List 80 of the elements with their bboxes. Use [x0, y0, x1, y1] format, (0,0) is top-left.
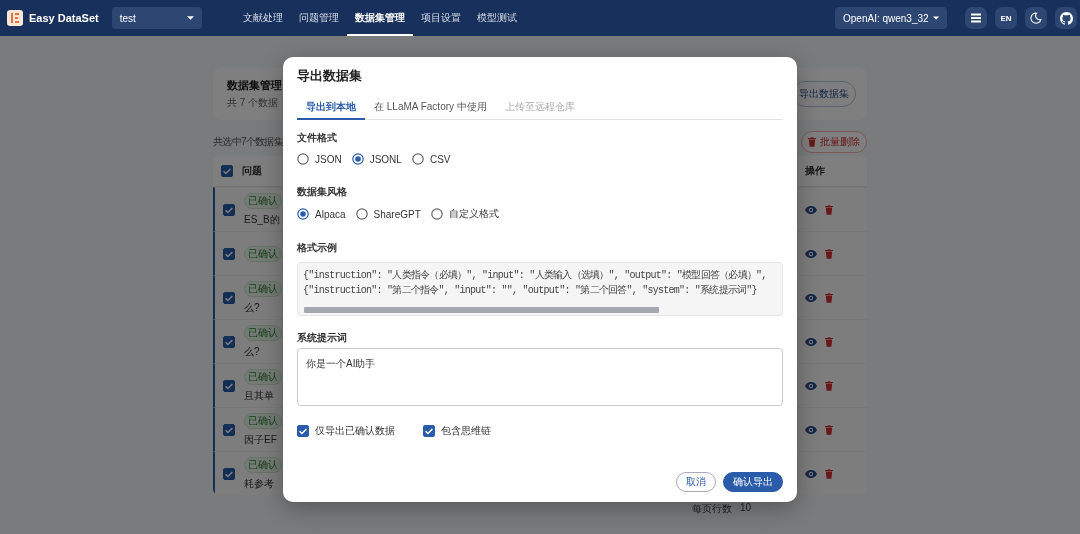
code-line: {"instruction": "第二个指令", "input": "", "output": "第二个回答", "system": "系统提示词"} [303, 283, 758, 298]
row-checkbox[interactable] [223, 291, 235, 304]
trash-icon[interactable] [825, 204, 833, 215]
caret-icon [186, 16, 194, 20]
github-icon [1059, 11, 1073, 25]
section-label: 文件格式 [297, 131, 337, 145]
trash-icon[interactable] [825, 336, 833, 347]
dialog-button[interactable]: 取消 [676, 472, 716, 492]
checkbox-option[interactable]: 仅导出已确认数据 [297, 424, 395, 438]
selection-info: 共选中7个数据集 [213, 135, 283, 149]
project-select[interactable]: test [111, 7, 202, 29]
radio-option[interactable]: CSV [411, 153, 451, 165]
trash-icon [808, 137, 816, 147]
column-header: 问题 [242, 164, 262, 178]
row-checkbox[interactable] [223, 247, 235, 260]
dataset-count: 共 7 个数据 [227, 96, 280, 110]
radio-option[interactable]: 自定义格式 [430, 207, 499, 221]
view-icon[interactable] [805, 425, 817, 434]
trash-icon[interactable] [825, 248, 833, 259]
checkbox-option[interactable]: 包含思维链 [423, 424, 491, 438]
app-name: Easy DataSet [29, 12, 99, 24]
dialog-tab[interactable]: 导出到本地 [297, 95, 365, 120]
trash-icon[interactable] [825, 380, 833, 391]
question-text: 因子EF [244, 432, 277, 447]
app-logo-icon [7, 10, 23, 26]
row-checkbox[interactable] [223, 423, 235, 436]
list-icon [970, 12, 982, 24]
radio-option[interactable]: ShareGPT [355, 207, 421, 221]
moon-icon [1030, 12, 1042, 24]
caret-icon [932, 16, 939, 20]
row-checkbox[interactable] [223, 467, 235, 480]
status-tag: 已确认 [244, 192, 282, 209]
theme-button[interactable] [1025, 7, 1047, 29]
language-button[interactable]: EN [995, 7, 1017, 29]
nav-tab[interactable]: 问题管理 [290, 0, 347, 36]
status-tag: 已确认 [244, 456, 282, 473]
page-title: 数据集管理 [227, 78, 282, 93]
dialog-button[interactable]: 确认导出 [723, 472, 783, 492]
rows-per-page-label: 每页行数 [691, 502, 732, 516]
column-header: 操作 [805, 164, 825, 178]
nav-tab[interactable]: 文献处理 [234, 0, 291, 36]
status-tag: 已确认 [244, 324, 282, 341]
status-tag: 已确认 [244, 368, 282, 385]
view-icon[interactable] [805, 249, 817, 258]
list-button[interactable] [965, 7, 987, 29]
status-tag: 已确认 [244, 280, 282, 297]
section-label: 系统提示词 [297, 331, 347, 345]
radio-option[interactable]: JSON [297, 153, 342, 165]
row-checkbox[interactable] [223, 203, 235, 216]
status-tag: 已确认 [244, 412, 282, 429]
view-icon[interactable] [805, 205, 817, 214]
question-text: 么? [244, 300, 260, 315]
radio-option[interactable]: Alpaca [297, 207, 346, 221]
system-prompt-field[interactable]: 你是一个AI助手 [297, 348, 783, 406]
section-label: 格式示例 [297, 241, 337, 255]
nav-tab[interactable]: 模型测试 [468, 0, 525, 36]
radio-option[interactable]: JSONL [351, 153, 402, 165]
dialog-title: 导出数据集 [297, 67, 362, 85]
row-checkbox[interactable] [223, 379, 235, 392]
view-icon[interactable] [805, 337, 817, 346]
row-checkbox[interactable] [223, 335, 235, 348]
view-icon[interactable] [805, 293, 817, 302]
question-text: ES_B的 [244, 212, 280, 227]
nav-tab[interactable]: 项目设置 [412, 0, 469, 36]
view-icon[interactable] [805, 469, 817, 478]
question-text: 耗参考 [244, 476, 274, 491]
section-label: 数据集风格 [297, 185, 347, 199]
model-select[interactable]: OpenAI: qwen3_32 [835, 7, 947, 29]
question-text: 么? [244, 344, 260, 359]
github-button[interactable] [1055, 7, 1077, 29]
trash-icon[interactable] [825, 424, 833, 435]
trash-icon[interactable] [825, 468, 833, 479]
trash-icon[interactable] [825, 292, 833, 303]
code-line: {"instruction": "人类指令（必填）", "input": "人类输入（选填）", "output": "模型回答（必填）", [303, 268, 768, 283]
select-all-checkbox[interactable] [221, 165, 233, 177]
view-icon[interactable] [805, 381, 817, 390]
status-tag: 已确认 [244, 245, 282, 262]
nav-tab[interactable]: 数据集管理 [346, 0, 413, 36]
dialog-tab[interactable]: 在 LLaMA Factory 中使用 [365, 95, 496, 120]
question-text: 且其单 [244, 388, 274, 403]
